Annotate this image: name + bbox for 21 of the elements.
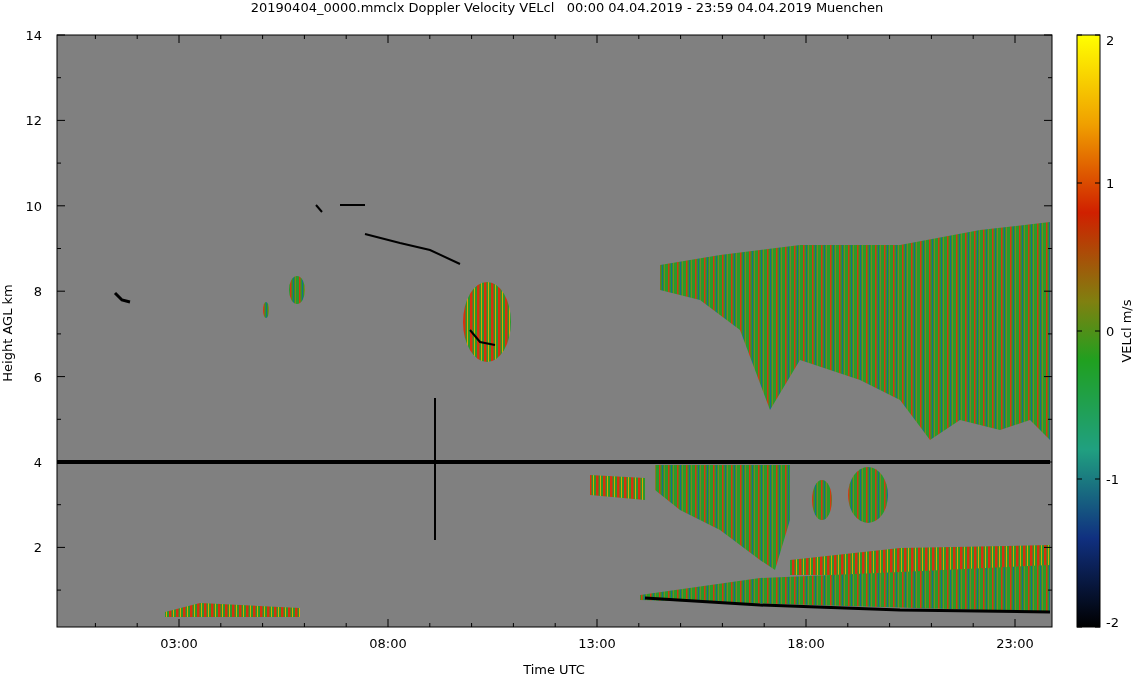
- y-tick-label: 10: [25, 198, 42, 214]
- y-axis-label: Height AGL km: [0, 284, 15, 382]
- colorbar-tick-label: 0: [1106, 324, 1115, 339]
- y-tick-label: 12: [25, 113, 42, 129]
- y-tick-label: 8: [33, 284, 42, 300]
- colorbar-tick-label: 1: [1106, 176, 1115, 191]
- y-tick-label: 14: [25, 28, 42, 43]
- y-tick-label: 2: [33, 540, 42, 556]
- x-tick-label: 18:00: [787, 636, 825, 651]
- colorbar-tick-label: 2: [1106, 33, 1115, 48]
- colorbar-tick-label: -2: [1106, 615, 1119, 630]
- x-tick-label: 08:00: [369, 636, 407, 651]
- x-tick-label: 23:00: [996, 636, 1034, 651]
- y-tick-label: 4: [33, 455, 42, 470]
- colorbar-tick-label: -1: [1106, 472, 1119, 487]
- x-tick-label: 03:00: [160, 636, 198, 651]
- chart-title: 20190404_0000.mmclx Doppler Velocity VELcl 00:00 04.04.2019 - 23:59 04.04.2019 Muenchen: [250, 0, 884, 15]
- x-axis-label: Time UTC: [523, 662, 585, 677]
- y-tick-label: 6: [33, 369, 42, 385]
- colorbar-label: VELcl m/s: [1119, 299, 1134, 363]
- x-tick-label: 13:00: [578, 636, 616, 651]
